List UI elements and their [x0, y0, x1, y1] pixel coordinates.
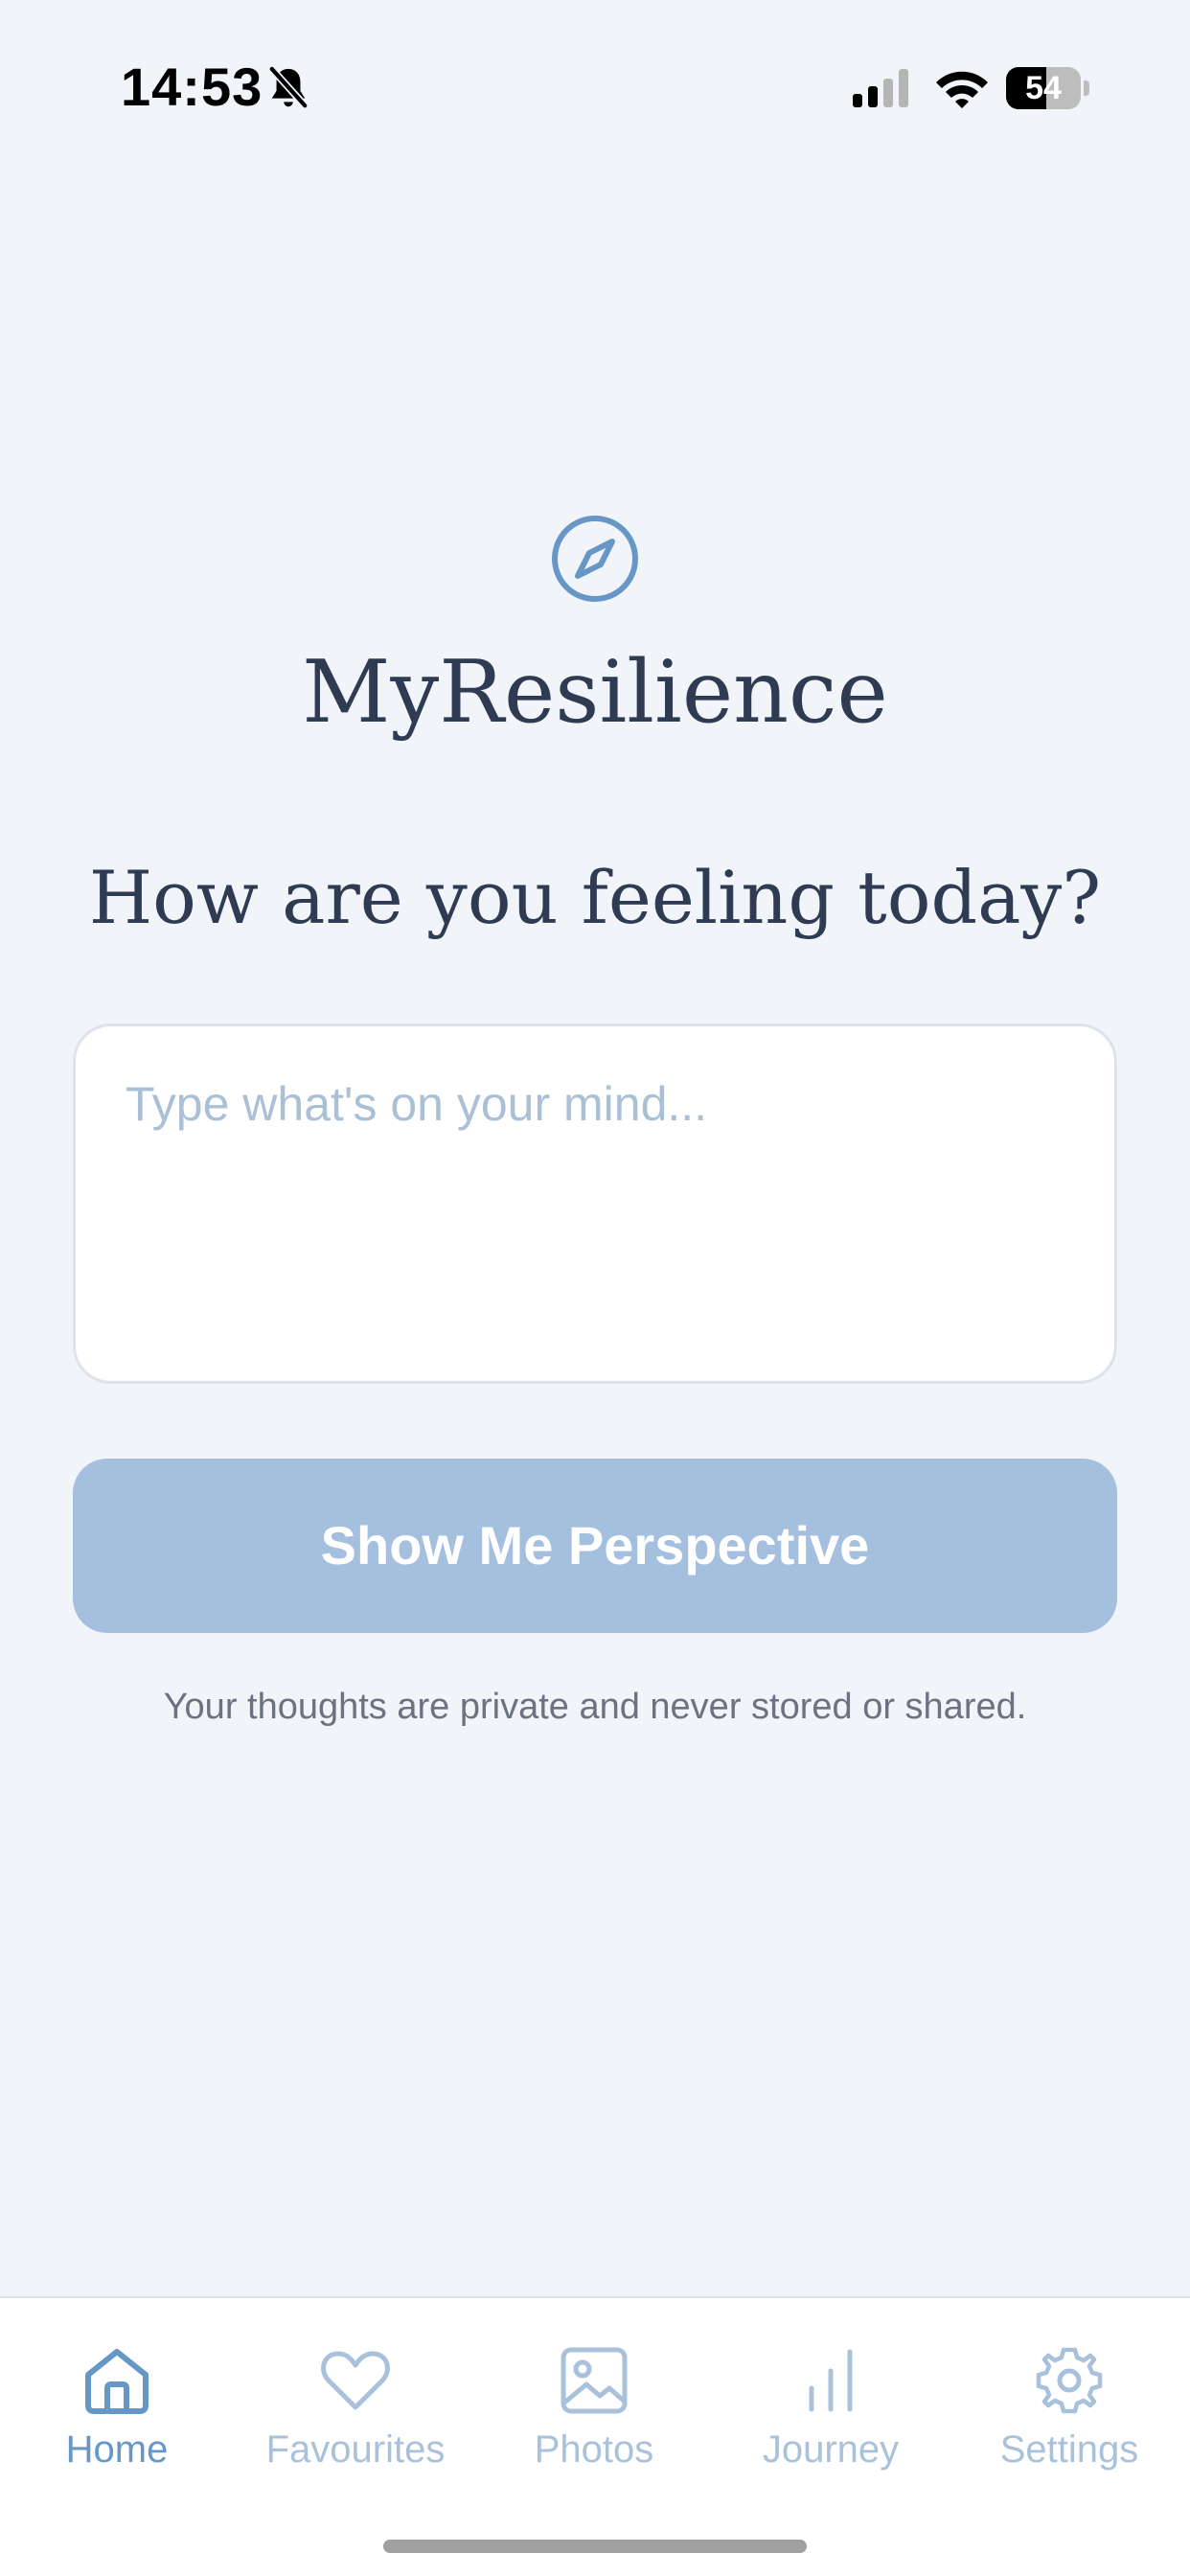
wifi-icon — [936, 71, 988, 108]
bell-slash-icon — [268, 66, 309, 108]
heart-icon — [321, 2351, 390, 2410]
privacy-note: Your thoughts are private and never stor… — [163, 1687, 1027, 1727]
tab-label-favourites: Favourites — [265, 2428, 446, 2471]
app-title: MyResilience — [302, 642, 888, 743]
tab-home[interactable]: Home — [2, 2344, 232, 2497]
cellular-signal-icon — [853, 69, 908, 107]
battery-icon: 54 — [1006, 67, 1089, 109]
home-icon — [85, 2349, 149, 2414]
prompt-heading: How are you feeling today? — [88, 855, 1102, 940]
tab-label-journey: Journey — [762, 2428, 900, 2471]
compass-icon — [552, 516, 638, 602]
tab-settings[interactable]: Settings — [954, 2344, 1184, 2497]
show-perspective-button[interactable]: Show Me Perspective — [73, 1459, 1117, 1633]
tab-favourites[interactable]: Favourites — [240, 2344, 470, 2497]
tab-bar: Home Favourites Photos Journey Settings — [0, 2296, 1190, 2576]
tab-label-settings: Settings — [999, 2428, 1139, 2471]
battery-level: 54 — [1025, 70, 1062, 106]
mind-input[interactable] — [73, 1024, 1117, 1384]
tab-label-home: Home — [65, 2428, 169, 2471]
tab-photos[interactable]: Photos — [479, 2344, 709, 2497]
image-icon — [561, 2347, 628, 2414]
gear-icon — [1036, 2347, 1103, 2414]
home-indicator[interactable] — [383, 2540, 807, 2553]
status-time: 14:53 — [121, 57, 263, 117]
tab-journey[interactable]: Journey — [716, 2344, 946, 2497]
status-bar: 14:53 54 — [0, 0, 1190, 172]
bar-chart-icon — [809, 2349, 853, 2412]
home-screen: 14:53 54 MyResilience How are you feelin… — [0, 0, 1190, 2576]
tab-label-photos: Photos — [534, 2428, 654, 2471]
